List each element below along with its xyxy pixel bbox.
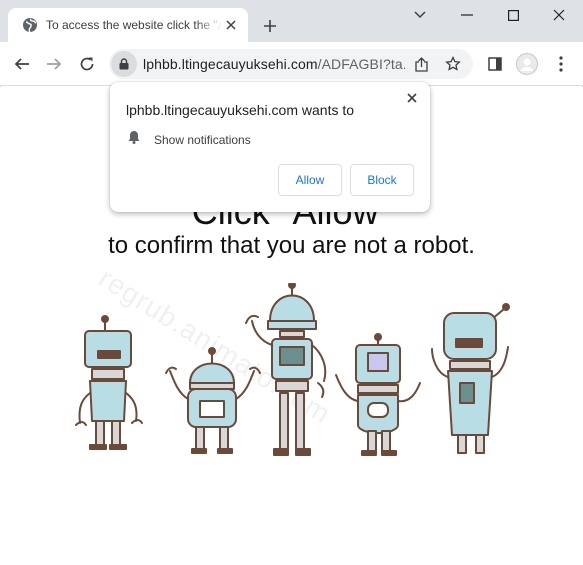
url-text[interactable]: lphbb.ltingecauyuksehi.com/ADFAGBI?ta...	[143, 56, 405, 72]
url-path: /ADFAGBI?ta...	[317, 56, 405, 72]
robot-2	[165, 347, 261, 454]
new-tab-icon[interactable]	[258, 14, 282, 38]
robots-illustration	[75, 283, 510, 456]
popup-title: lphbb.ltingecauyuksehi.com wants to	[126, 102, 355, 118]
minimize-icon[interactable]	[451, 4, 483, 26]
page-subline: to confirm that you are not a robot.	[108, 232, 475, 259]
back-arrow-icon[interactable]	[8, 50, 36, 78]
reload-icon[interactable]	[73, 50, 101, 78]
tab-close-icon[interactable]	[222, 16, 240, 34]
profile-avatar-icon[interactable]	[513, 50, 541, 78]
tab-search-chevron-icon[interactable]	[404, 4, 436, 26]
permission-label: Show notifications	[154, 132, 251, 147]
notification-permission-popup: lphbb.ltingecauyuksehi.com wants to Show…	[110, 82, 430, 212]
allow-button[interactable]: Allow	[278, 164, 342, 196]
address-bar[interactable]: lphbb.ltingecauyuksehi.com/ADFAGBI?ta...	[109, 49, 473, 79]
browser-tab[interactable]: To access the website click the "Allow" …	[8, 8, 248, 42]
kebab-menu-icon[interactable]	[547, 50, 575, 78]
robot-4	[335, 333, 421, 456]
side-panel-icon[interactable]	[481, 50, 509, 78]
tab-strip: To access the website click the "Allow" …	[0, 0, 583, 42]
robot-5	[431, 303, 510, 454]
bookmark-star-icon[interactable]	[441, 52, 465, 76]
robot-1	[75, 315, 143, 450]
browser-toolbar: lphbb.ltingecauyuksehi.com/ADFAGBI?ta...	[0, 42, 583, 86]
globe-icon	[22, 17, 38, 33]
bell-icon	[128, 130, 140, 149]
tab-title: To access the website click the "Allow" …	[46, 18, 222, 32]
close-window-icon[interactable]	[543, 4, 575, 26]
lock-icon[interactable]	[111, 51, 137, 77]
maximize-icon[interactable]	[497, 4, 529, 26]
block-button[interactable]: Block	[350, 164, 414, 196]
forward-arrow-icon[interactable]	[40, 50, 68, 78]
share-icon[interactable]	[409, 52, 433, 76]
permission-row: Show notifications	[128, 130, 251, 149]
url-host: lphbb.ltingecauyuksehi.com	[143, 56, 318, 72]
popup-close-icon[interactable]	[404, 90, 420, 106]
